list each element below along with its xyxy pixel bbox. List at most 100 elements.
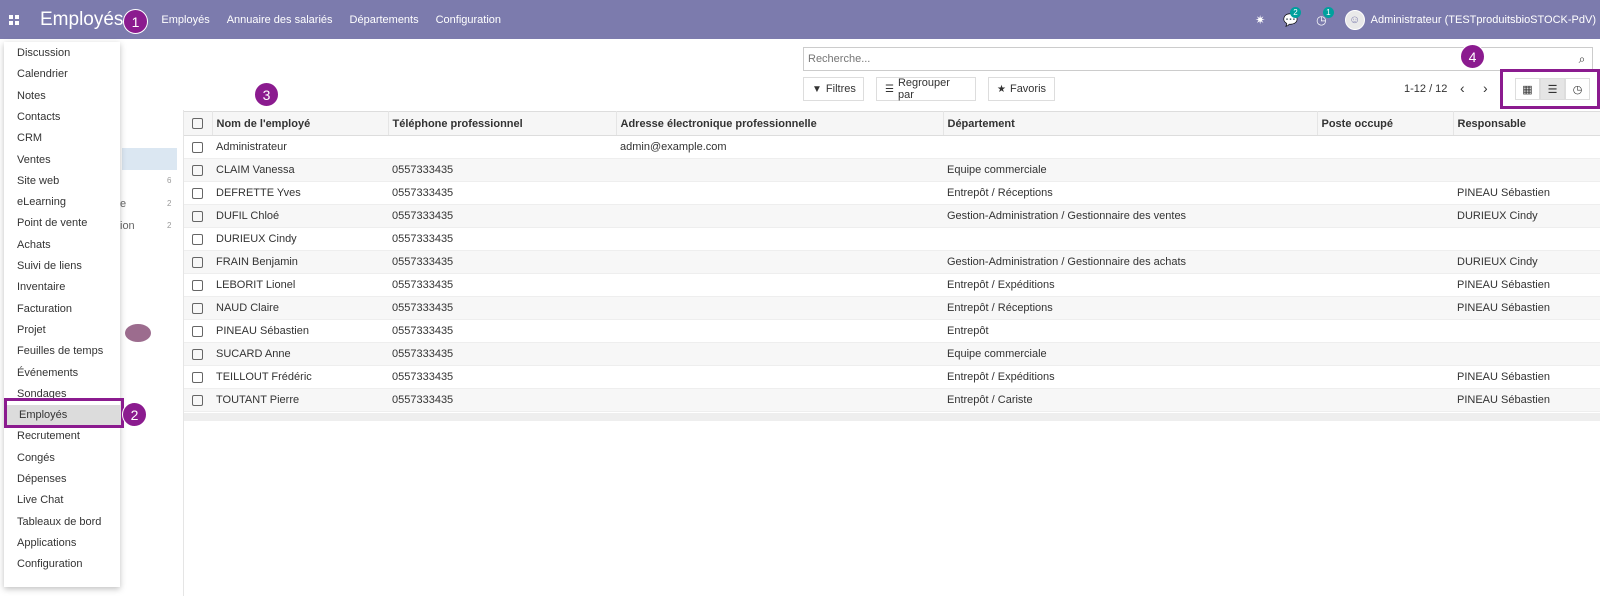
app-menu-item[interactable]: Site web: [4, 171, 120, 192]
pager-value[interactable]: 1-12 / 12: [1404, 83, 1447, 95]
table-cell: CLAIM Vanessa: [212, 158, 388, 182]
table-cell: [616, 250, 943, 274]
menu-configuration[interactable]: Configuration: [436, 14, 501, 26]
app-menu-item[interactable]: eLearning: [4, 192, 120, 213]
app-menu-item[interactable]: Discussion: [4, 43, 120, 64]
app-menu-item[interactable]: Notes: [4, 86, 120, 107]
menu-departments[interactable]: Départements: [350, 14, 419, 26]
activity-view-icon[interactable]: ◷: [1565, 78, 1590, 100]
app-menu-item[interactable]: Applications: [4, 533, 120, 554]
table-cell: Entrepôt / Réceptions: [943, 181, 1317, 205]
search-icon[interactable]: ⌕: [1572, 52, 1592, 67]
app-menu-item[interactable]: Tableaux de bord: [4, 512, 120, 533]
menu-employees[interactable]: Employés: [161, 14, 209, 26]
chevron-left-icon[interactable]: ‹: [1460, 80, 1465, 96]
app-menu-item[interactable]: Facturation: [4, 299, 120, 320]
favorites-button[interactable]: ★ Favoris: [988, 77, 1055, 101]
app-menu-item[interactable]: Feuilles de temps: [4, 341, 120, 362]
table-cell: [616, 158, 943, 182]
table-cell: DURIEUX Cindy: [212, 227, 388, 251]
left-panel-label[interactable]: ion: [120, 220, 135, 232]
column-header[interactable]: Responsable: [1453, 111, 1600, 136]
kanban-view-icon[interactable]: ▦: [1515, 78, 1540, 100]
chevron-right-icon[interactable]: ›: [1483, 80, 1488, 96]
activity-clock-icon[interactable]: ◷ 1: [1316, 6, 1334, 27]
app-menu-item[interactable]: Achats: [4, 235, 120, 256]
table-row[interactable]: FRAIN Benjamin 0557333435 Gestion-Administ…: [184, 250, 1600, 274]
row-checkbox[interactable]: [184, 181, 212, 205]
column-header[interactable]: Téléphone professionnel: [388, 111, 617, 136]
apps-menu-button[interactable]: [0, 0, 28, 39]
row-checkbox[interactable]: [184, 365, 212, 389]
table-cell: [1317, 181, 1453, 205]
column-header[interactable]: Département: [943, 111, 1318, 136]
table-row[interactable]: DEFRETTE Yves 0557333435 Entrepôt / Récept…: [184, 181, 1600, 205]
table-cell: Equipe commerciale: [943, 342, 1317, 366]
app-menu-item[interactable]: Point de vente: [4, 213, 120, 234]
left-panel-selected-item[interactable]: [122, 148, 177, 170]
table-row[interactable]: SUCARD Anne 0557333435 Equipe commerciale: [184, 342, 1600, 366]
row-checkbox[interactable]: [184, 250, 212, 274]
list-view-icon[interactable]: ☰: [1540, 78, 1565, 100]
table-cell: PINEAU Sébastien: [212, 319, 388, 343]
row-checkbox[interactable]: [184, 342, 212, 366]
row-checkbox[interactable]: [184, 388, 212, 412]
row-checkbox[interactable]: [184, 158, 212, 182]
bug-icon[interactable]: ✷: [1255, 13, 1265, 27]
left-panel-label[interactable]: e: [120, 198, 126, 210]
column-header[interactable]: Adresse électronique professionnelle: [616, 111, 944, 136]
row-checkbox[interactable]: [184, 204, 212, 228]
app-menu-item[interactable]: Configuration: [4, 554, 120, 575]
select-all-checkbox[interactable]: [184, 111, 213, 136]
table-cell: [616, 365, 943, 389]
chat-icon[interactable]: 💬 2: [1283, 6, 1301, 27]
app-menu-item[interactable]: Live Chat: [4, 490, 120, 511]
app-menu-item[interactable]: Dépenses: [4, 469, 120, 490]
menu-directory[interactable]: Annuaire des salariés: [227, 14, 333, 26]
table-row[interactable]: NAUD Claire 0557333435 Entrepôt / Réceptio…: [184, 296, 1600, 320]
app-menu-item[interactable]: Recrutement: [4, 426, 120, 447]
table-row[interactable]: CLAIM Vanessa 0557333435 Equipe commercial…: [184, 158, 1600, 182]
app-menu-item[interactable]: Inventaire: [4, 277, 120, 298]
table-row[interactable]: TOUTANT Pierre 0557333435 Entrepôt / Caris…: [184, 388, 1600, 412]
chat-badge: 2: [1290, 6, 1301, 18]
table-cell: Administrateur: [212, 135, 388, 159]
table-row[interactable]: Administrateur admin@example.com: [184, 135, 1600, 159]
table-cell: [1453, 227, 1600, 251]
table-cell: DURIEUX Cindy: [1453, 204, 1600, 228]
app-title[interactable]: Employés: [40, 9, 123, 31]
list-bars-icon: ☰: [885, 83, 894, 95]
search-input[interactable]: [808, 53, 1572, 65]
app-menu-item[interactable]: Événements: [4, 363, 120, 384]
row-checkbox[interactable]: [184, 296, 212, 320]
table-cell: DEFRETTE Yves: [212, 181, 388, 205]
column-header[interactable]: Nom de l'employé: [212, 111, 389, 136]
user-menu[interactable]: Administrateur (TESTproduitsbioSTOCK-PdV…: [1371, 14, 1596, 26]
user-avatar[interactable]: ☺: [1344, 9, 1365, 30]
table-header-row: Nom de l'employé Téléphone professionnel…: [184, 111, 1600, 136]
table-cell: Gestion-Administration / Gestionnaire de…: [943, 250, 1317, 274]
table-row[interactable]: PINEAU Sébastien 0557333435 Entrepôt: [184, 319, 1600, 343]
table-cell: 0557333435: [388, 204, 616, 228]
table-row[interactable]: TEILLOUT Frédéric 0557333435 Entrepôt / Ex…: [184, 365, 1600, 389]
app-menu-item[interactable]: Contacts: [4, 107, 120, 128]
activity-badge: 1: [1323, 6, 1334, 18]
column-header[interactable]: Poste occupé: [1317, 111, 1454, 136]
row-checkbox[interactable]: [184, 273, 212, 297]
table-row[interactable]: DUFIL Chloé 0557333435 Gestion-Administrat…: [184, 204, 1600, 228]
table-cell: PINEAU Sébastien: [1453, 273, 1600, 297]
app-menu-item[interactable]: Projet: [4, 320, 120, 341]
group-by-button[interactable]: ☰ Regrouper par: [876, 77, 976, 101]
app-menu-item[interactable]: CRM: [4, 128, 120, 149]
apps-dropdown-menu: Discussion Calendrier Notes Contacts CRM Vent…: [4, 42, 123, 587]
filters-button[interactable]: ▼ Filtres: [803, 77, 864, 101]
app-menu-item[interactable]: Congés: [4, 448, 120, 469]
row-checkbox[interactable]: [184, 135, 212, 159]
app-menu-item[interactable]: Calendrier: [4, 64, 120, 85]
table-row[interactable]: LEBORIT Lionel 0557333435 Entrepôt / Expéd…: [184, 273, 1600, 297]
table-row[interactable]: DURIEUX Cindy 0557333435: [184, 227, 1600, 251]
app-menu-item[interactable]: Ventes: [4, 150, 120, 171]
row-checkbox[interactable]: [184, 319, 212, 343]
app-menu-item[interactable]: Suivi de liens: [4, 256, 120, 277]
row-checkbox[interactable]: [184, 227, 212, 251]
